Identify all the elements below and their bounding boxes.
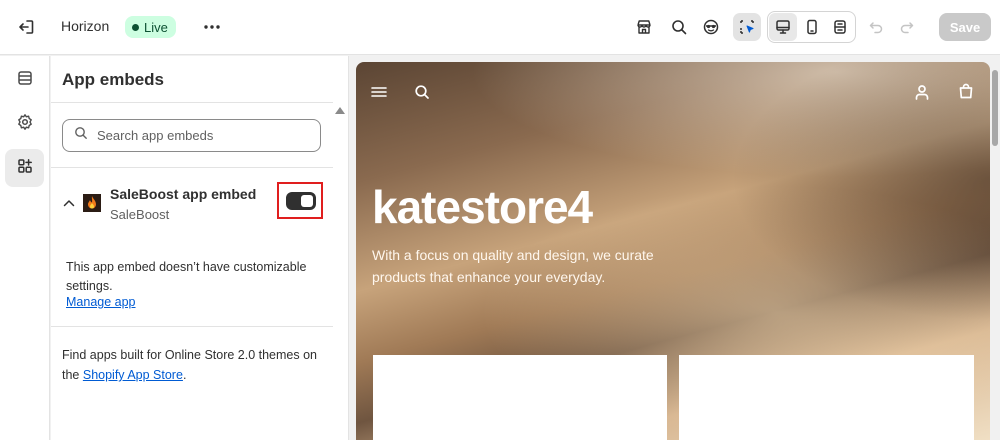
rail-item-app-embeds[interactable] [5, 149, 44, 187]
inspector-icon[interactable] [733, 13, 761, 41]
live-badge: Live [125, 16, 176, 38]
app-embed-vendor: SaleBoost [110, 207, 170, 222]
exit-icon[interactable] [14, 15, 38, 39]
divider [51, 102, 333, 103]
chevron-up-icon[interactable] [62, 196, 76, 210]
account-icon[interactable] [910, 80, 934, 104]
storefront-preview: katestore4 With a focus on quality and d… [356, 62, 990, 440]
sidekick-icon[interactable] [697, 13, 725, 41]
manage-app-link[interactable]: Manage app [66, 295, 136, 309]
search-app-embeds-input[interactable] [97, 128, 297, 143]
sections-icon [17, 70, 33, 91]
redo-icon[interactable] [893, 13, 921, 41]
toggle-knob [301, 195, 313, 207]
cart-icon[interactable] [954, 79, 978, 103]
fullscreen-icon[interactable] [826, 13, 854, 41]
product-card[interactable] [679, 355, 974, 440]
mobile-icon[interactable] [798, 13, 826, 41]
device-switcher [767, 11, 856, 43]
desktop-icon[interactable] [769, 13, 797, 41]
saleboost-logo-icon [83, 194, 101, 212]
search-icon[interactable] [410, 80, 434, 104]
editor-rail [0, 56, 50, 440]
editor-topbar: Horizon Live Save [0, 0, 1000, 55]
hero-shade [730, 62, 990, 322]
divider [51, 167, 333, 168]
divider [51, 326, 333, 327]
search-app-embeds-field[interactable] [62, 119, 321, 152]
apps-icon [17, 158, 33, 179]
store-title: katestore4 [372, 181, 593, 233]
preview-scrollbar[interactable] [990, 62, 1000, 440]
product-card[interactable] [373, 355, 667, 440]
live-badge-label: Live [144, 19, 168, 35]
app-embeds-panel: App embeds SaleBoost app embed SaleBoost… [51, 56, 349, 440]
app-embed-message: This app embed doesn’t have customizable… [66, 260, 307, 293]
rail-item-sections[interactable] [5, 61, 44, 99]
find-apps-text: Find apps built for Online Store 2.0 the… [62, 345, 322, 385]
rail-item-settings[interactable] [5, 105, 44, 143]
scroll-up-arrow-icon[interactable] [335, 107, 345, 114]
more-horizontal-icon[interactable] [201, 15, 223, 39]
toggle-highlight [277, 182, 323, 219]
store-icon[interactable] [630, 13, 658, 41]
save-button[interactable]: Save [939, 13, 991, 41]
live-dot-icon [132, 23, 139, 31]
theme-name[interactable]: Horizon [61, 18, 109, 34]
panel-title: App embeds [62, 70, 165, 89]
app-embed-name: SaleBoost app embed [110, 186, 257, 202]
shopify-app-store-link[interactable]: Shopify App Store [83, 368, 183, 382]
app-embed-toggle[interactable] [286, 192, 316, 210]
search-icon [74, 126, 88, 145]
hero-tagline: With a focus on quality and design, we c… [372, 247, 654, 285]
menu-icon[interactable] [367, 80, 391, 104]
undo-icon[interactable] [862, 13, 890, 41]
find-apps-suffix: . [182, 368, 187, 382]
search-icon[interactable] [665, 13, 693, 41]
gear-icon [16, 113, 34, 136]
scrollbar-thumb[interactable] [992, 70, 998, 146]
